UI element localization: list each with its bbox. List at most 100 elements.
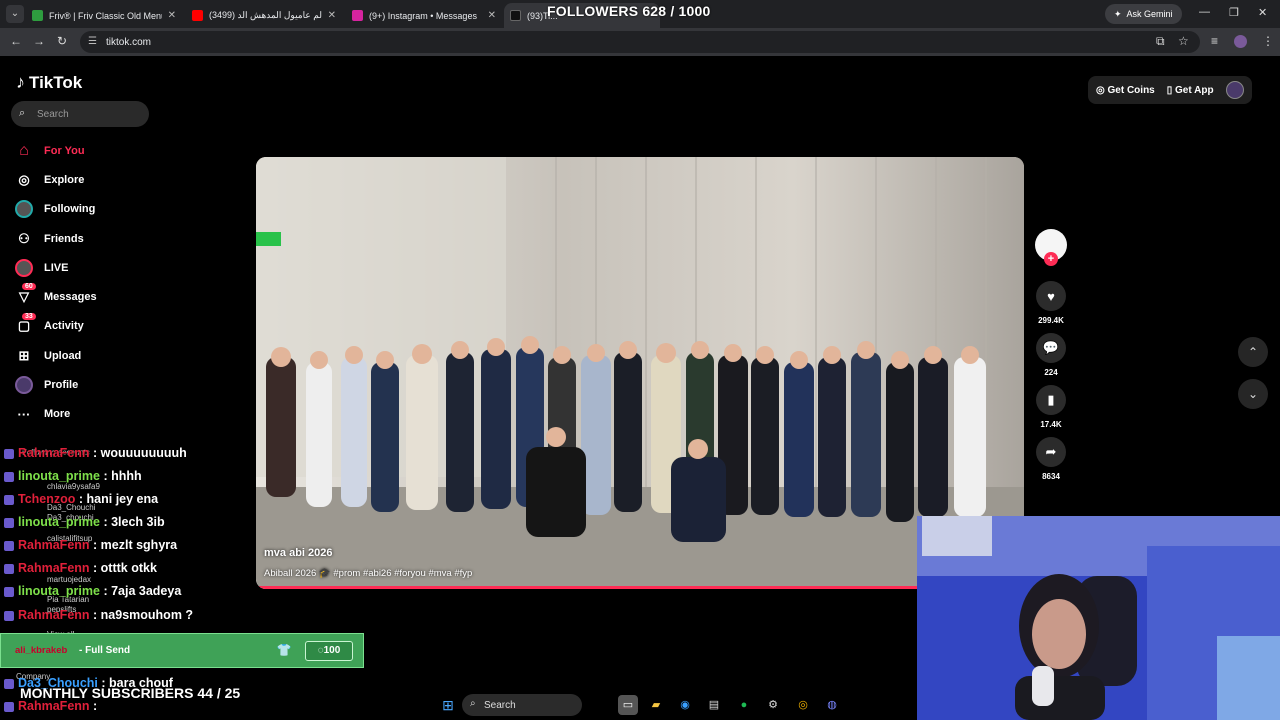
friv-icon [32, 10, 43, 21]
chat-message: RahmaFenn : wouuuuuuuuh [4, 446, 187, 460]
alert-cost-value: 100 [323, 645, 341, 656]
discord-icon[interactable]: ◍ [822, 695, 842, 715]
task-view-icon[interactable]: ▭ [618, 695, 638, 715]
next-video-button[interactable]: ⌄ [1238, 379, 1268, 409]
close-icon[interactable]: ✕ [328, 10, 336, 21]
video-player[interactable]: mva abi 2026 Abiball 2026 🎓 #prom #abi26… [256, 157, 1024, 589]
chat-username: RahmaFenn [18, 699, 90, 713]
store-icon[interactable]: ▤ [704, 695, 724, 715]
chrome-icon[interactable]: ◎ [793, 695, 813, 715]
share-arrow-icon: ➦ [1036, 437, 1066, 467]
profile-avatar-icon[interactable] [1234, 35, 1247, 48]
chat-text: : na9smouhom ? [93, 608, 194, 622]
video-progress-bar[interactable] [256, 586, 1024, 589]
sidebar-item-friends[interactable]: ⚇ Friends [14, 224, 174, 253]
taskbar-search[interactable]: ⌕ Search [462, 694, 582, 716]
sidebar-item-more[interactable]: ··· More [14, 400, 174, 429]
windows-taskbar: ⊞ ⌕ Search ▭ ▰ ◉ ▤ ● ⚙ ◎ ◍ [430, 692, 850, 718]
back-arrow-icon[interactable]: ← [10, 34, 22, 48]
tiktok-logo[interactable]: ♪ TikTok [16, 72, 82, 93]
compass-icon: ◎ [18, 171, 30, 187]
sidebar-item-messages[interactable]: ▽ 60 Messages [14, 282, 174, 311]
sidebar-item-for-you[interactable]: ⌂ For You [14, 136, 174, 165]
browser-tab-youtube[interactable]: عالم عاميول المدهش الد (3499) ✕ [186, 3, 342, 28]
sidebar-item-upload[interactable]: ⊞ Upload [14, 341, 174, 370]
search-placeholder: Search [37, 108, 69, 120]
sidebar-item-profile[interactable]: Profile [14, 370, 174, 399]
video-frame-illustration [256, 157, 1024, 589]
spotify-icon[interactable]: ● [734, 695, 754, 715]
account-avatar[interactable] [1225, 81, 1244, 99]
chat-badge-icon [4, 610, 14, 621]
share-count: 8634 [1042, 472, 1060, 481]
browser-tab-instagram[interactable]: (9+) Instagram • Messages ✕ [346, 3, 502, 28]
share-button[interactable]: ➦ 8634 [1034, 437, 1068, 481]
chat-text: : wouuuuuuuuh [93, 446, 187, 460]
profile-icon [14, 375, 34, 395]
reading-list-icon[interactable]: ≡ [1211, 34, 1218, 48]
reload-icon[interactable]: ↻ [57, 34, 67, 48]
address-bar[interactable]: ☰ tiktok.com [80, 31, 1200, 53]
tab-search-menu-button[interactable]: ⌄ [6, 5, 24, 23]
bookmark-star-icon[interactable]: ☆ [1178, 34, 1189, 48]
minimize-icon[interactable]: — [1199, 6, 1210, 18]
browser-toolbar: ← → ↻ ☰ tiktok.com ⧉ ☆ ≡ ⋮ [0, 28, 1280, 56]
alert-username: ali_kbrakeb [15, 645, 68, 656]
get-app-button[interactable]: ▯ Get App [1167, 85, 1214, 96]
shirt-icon: 👕 [276, 643, 292, 657]
sidebar-item-activity[interactable]: ▢ 33 Activity [14, 312, 174, 341]
creator-avatar[interactable]: + [1034, 229, 1068, 266]
forward-arrow-icon[interactable]: → [33, 34, 45, 48]
previous-video-button[interactable]: ⌃ [1238, 337, 1268, 367]
sidebar-item-following[interactable]: Following [14, 195, 174, 224]
sidebar-item-explore[interactable]: ◎ Explore [14, 165, 174, 194]
follow-plus-icon[interactable]: + [1044, 252, 1058, 266]
sidebar-item-label: Explore [44, 173, 85, 186]
donation-alert: ali_kbrakeb - Full Send 👕 ◌100 [0, 633, 364, 668]
get-coins-button[interactable]: ◎ Get Coins [1096, 85, 1155, 96]
browser-tab-friv[interactable]: Friv® | Friv Classic Old Menu ✕ [26, 3, 182, 28]
sidebar-item-live[interactable]: LIVE [14, 253, 174, 282]
close-icon[interactable]: ✕ [168, 10, 176, 21]
webcam-feed [917, 516, 1280, 720]
chat-badge-icon [4, 471, 14, 482]
install-app-icon[interactable]: ⧉ [1156, 34, 1165, 49]
settings-gear-icon[interactable]: ⚙ [763, 695, 783, 715]
kebab-menu-icon[interactable]: ⋮ [1262, 34, 1274, 48]
video-hashtags[interactable]: Abiball 2026 🎓 #prom #abi26 #foryou #mva… [264, 568, 472, 579]
search-input[interactable]: ⌕ Search [11, 101, 149, 127]
site-info-icon[interactable]: ☰ [88, 36, 97, 47]
address-url: tiktok.com [106, 36, 152, 48]
alert-text: - Full Send [79, 645, 131, 656]
edge-icon[interactable]: ◉ [675, 695, 695, 715]
like-button[interactable]: ♥ 299.4K [1034, 281, 1068, 325]
messages-badge: 60 [22, 283, 36, 291]
home-icon: ⌂ [19, 141, 29, 159]
tab-label: عالم عاميول المدهش الد (3499) [209, 10, 322, 20]
save-button[interactable]: ▮ 17.4K [1034, 385, 1068, 429]
restore-icon[interactable]: ❐ [1229, 6, 1239, 19]
comment-button[interactable]: 💬 224 [1034, 333, 1068, 377]
windows-start-icon[interactable]: ⊞ [438, 695, 458, 715]
tiktok-note-icon: ♪ [16, 72, 25, 92]
chat-badge-icon [4, 494, 14, 505]
chat-message: RahmaFenn : mezlt sghyra [4, 538, 177, 552]
search-icon: ⌕ [19, 107, 26, 119]
chat-badge-icon [4, 586, 14, 597]
chat-text: : hhhh [103, 469, 142, 483]
close-window-icon[interactable]: ✕ [1258, 6, 1267, 19]
chat-username: RahmaFenn [18, 538, 90, 552]
sidebar-nav: ⌂ For You ◎ Explore Following ⚇ Friends … [14, 136, 174, 429]
close-icon[interactable]: ✕ [488, 10, 496, 21]
suggested-account: martuojedax [47, 575, 92, 584]
chat-username: RahmaFenn [18, 561, 90, 575]
sidebar-item-label: LIVE [44, 261, 69, 274]
ask-gemini-button[interactable]: ✦ Ask Gemini [1105, 4, 1182, 24]
upload-icon: ⊞ [18, 347, 30, 363]
followers-goal-overlay: FOLLOWERS 628 / 1000 [547, 3, 711, 19]
chat-badge-icon [4, 540, 14, 551]
sidebar-item-label: More [44, 408, 71, 421]
file-explorer-icon[interactable]: ▰ [646, 695, 666, 715]
chat-text: : otttk otkk [93, 561, 157, 575]
tab-label: (9+) Instagram • Messages [369, 10, 477, 21]
